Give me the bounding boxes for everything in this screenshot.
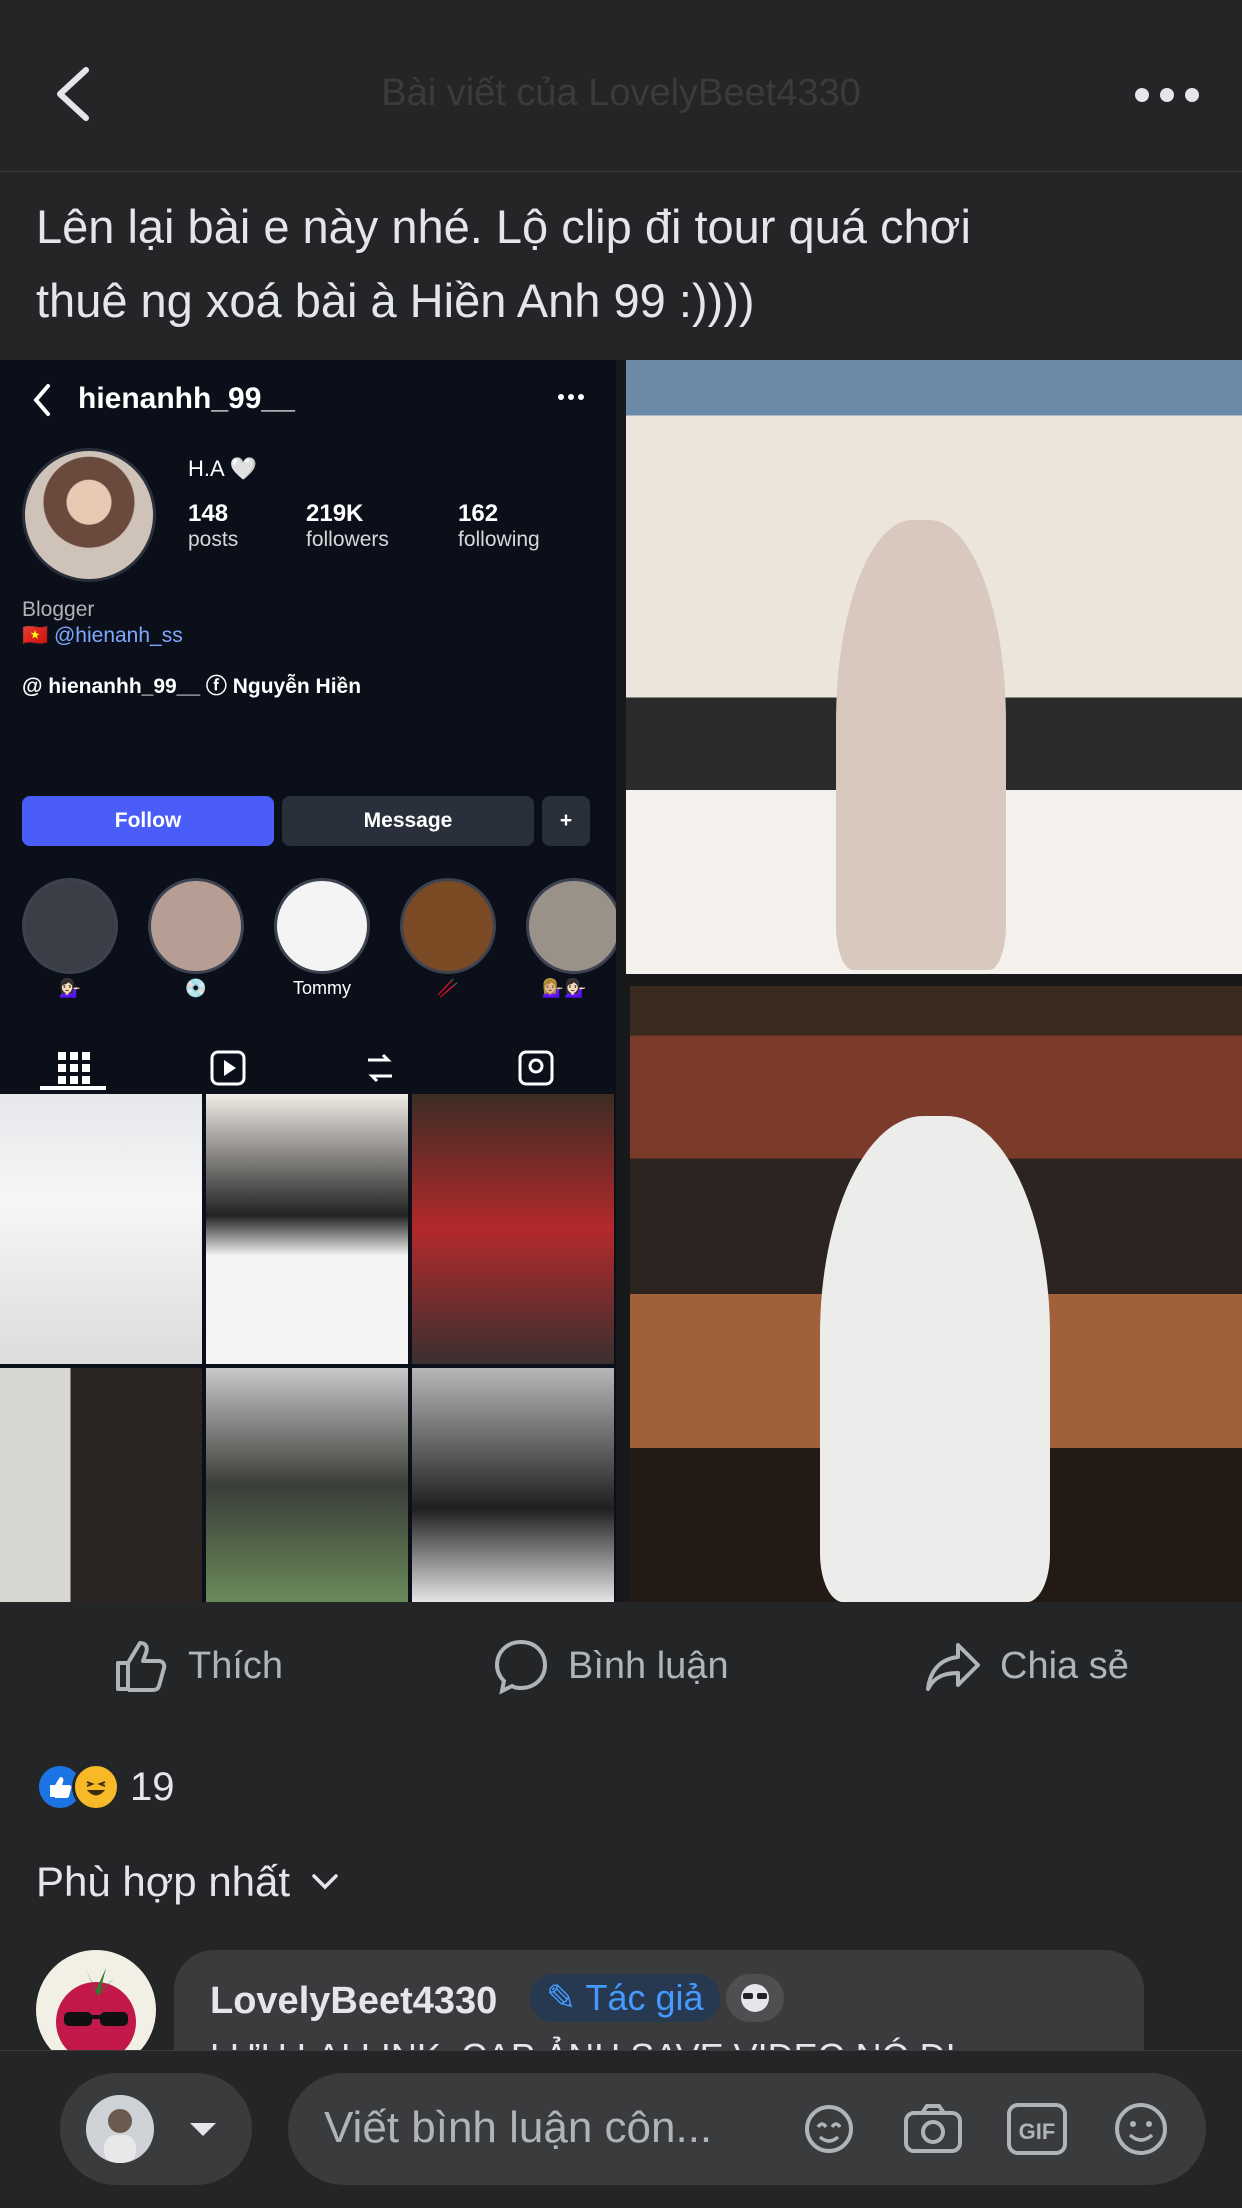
ig-highlight-4	[400, 878, 496, 974]
svg-text:GIF: GIF	[1019, 2119, 1056, 2144]
author-badge: ✎ Tác giả	[530, 1974, 720, 2022]
post-photo-woman-restaurant[interactable]	[630, 986, 1242, 1602]
post-text-line-2: thuê ng xoá bài à Hiền Anh 99 :))))	[36, 274, 755, 327]
comment-composer-bar: Viết bình luận côn... GIF	[0, 2050, 1242, 2208]
ig-follow-button: Follow	[22, 796, 274, 846]
ig-stat-followers: 219K followers	[306, 500, 389, 551]
sunglasses-badge-icon	[726, 1974, 784, 2022]
top-bar: Bài viết của LovelyBeet4330	[0, 0, 1242, 172]
chevron-down-icon	[312, 1874, 338, 1890]
ig-highlight-5	[526, 878, 616, 974]
ig-highlight-3	[274, 878, 370, 974]
ig-grid-photo-5	[206, 1368, 408, 1602]
ig-stat-posts: 148 posts	[188, 500, 239, 551]
comment-author-name[interactable]: LovelyBeet4330	[210, 1980, 497, 2023]
comment-sort-dropdown[interactable]: Phù hợp nhất	[36, 1858, 340, 1906]
reaction-summary[interactable]: 19	[36, 1762, 175, 1812]
like-label: Thích	[188, 1644, 284, 1687]
faded-page-title: Bài viết của LovelyBeet4330	[381, 72, 861, 114]
camera-icon[interactable]	[900, 2099, 966, 2159]
ig-grid-photo-1	[0, 1094, 202, 1364]
ig-highlight-label-5: 💁🏼‍♀️💁🏻‍♀️	[541, 978, 587, 998]
share-label: Chia sẻ	[1000, 1644, 1129, 1687]
ig-stat-following: 162 following	[458, 500, 540, 551]
like-button[interactable]: Thích	[112, 1638, 283, 1694]
post-actions-bar: Thích Bình luận Chia sẻ	[0, 1610, 1242, 1720]
profile-switcher[interactable]	[60, 2073, 252, 2185]
photo-subject-1	[836, 520, 1006, 970]
share-arrow-icon	[926, 1643, 980, 1691]
comment-button[interactable]: Bình luận	[492, 1638, 729, 1695]
ig-bio-handle: 🇻🇳 @hienanh_ss	[22, 624, 183, 647]
ig-username: hienanhh_99__	[78, 382, 295, 415]
haha-reaction-icon	[72, 1763, 120, 1811]
ig-message-button: Message	[282, 796, 534, 846]
ig-highlight-label-1: 💁🏻‍♀️	[58, 978, 82, 998]
ig-grid-photo-6	[412, 1368, 614, 1602]
share-button[interactable]: Chia sẻ	[924, 1638, 1129, 1694]
ig-profile-avatar	[22, 448, 156, 582]
ig-display-name: H.A 🤍	[188, 456, 257, 481]
ig-highlight-label-3: Tommy	[293, 978, 351, 998]
gif-icon[interactable]: GIF	[1004, 2099, 1070, 2159]
ig-grid-photo-3	[412, 1094, 614, 1364]
post-media-grid: hienanhh_99__ H.A 🤍 148 posts 219K follo…	[0, 360, 1242, 1602]
reaction-count: 19	[130, 1764, 175, 1809]
more-options-icon[interactable]	[1132, 80, 1202, 110]
comment-label: Bình luận	[568, 1644, 729, 1687]
ig-highlight-2	[148, 878, 244, 974]
photo-subject-2	[820, 1116, 1050, 1602]
avatar-sticker-icon[interactable]	[796, 2099, 862, 2159]
ig-grid-photo-4	[0, 1368, 202, 1602]
caret-down-icon	[190, 2123, 216, 2136]
post-text-line-1: Lên lại bài e này nhé. Lộ clip đi tour q…	[36, 200, 971, 253]
ig-profile-links: @ hienanhh_99__ ⓕ Nguyễn Hiền	[22, 675, 362, 698]
ig-active-tab-indicator	[40, 1086, 106, 1090]
emoji-icon[interactable]	[1108, 2099, 1174, 2159]
instagram-screenshot-image[interactable]: hienanhh_99__ H.A 🤍 148 posts 219K follo…	[0, 360, 616, 1602]
my-avatar	[86, 2095, 154, 2163]
post-text: Lên lại bài e này nhé. Lộ clip đi tour q…	[36, 190, 1206, 338]
comment-bubble-icon	[494, 1639, 548, 1695]
ig-add-user-icon: +	[542, 796, 590, 846]
ig-highlight-1	[22, 878, 118, 974]
comment-input[interactable]: Viết bình luận côn... GIF	[288, 2073, 1206, 2185]
ig-more-icon	[558, 394, 584, 400]
sort-label: Phù hợp nhất	[36, 1858, 291, 1905]
ig-bio-category: Blogger	[22, 598, 95, 621]
ig-highlight-label-4: 🥢	[436, 978, 460, 998]
ig-grid-photo-2	[206, 1094, 408, 1364]
ig-back-icon	[33, 384, 50, 416]
post-photo-woman-dinner[interactable]	[626, 360, 1242, 974]
comment-item: LovelyBeet4330 ✎ Tác giả LƯU LẠI LINK, C…	[36, 1950, 1242, 2090]
ig-highlight-label-2: 💿	[184, 978, 208, 998]
thumbs-up-icon	[116, 1641, 167, 1692]
comment-input-placeholder: Viết bình luận côn...	[324, 2103, 713, 2152]
